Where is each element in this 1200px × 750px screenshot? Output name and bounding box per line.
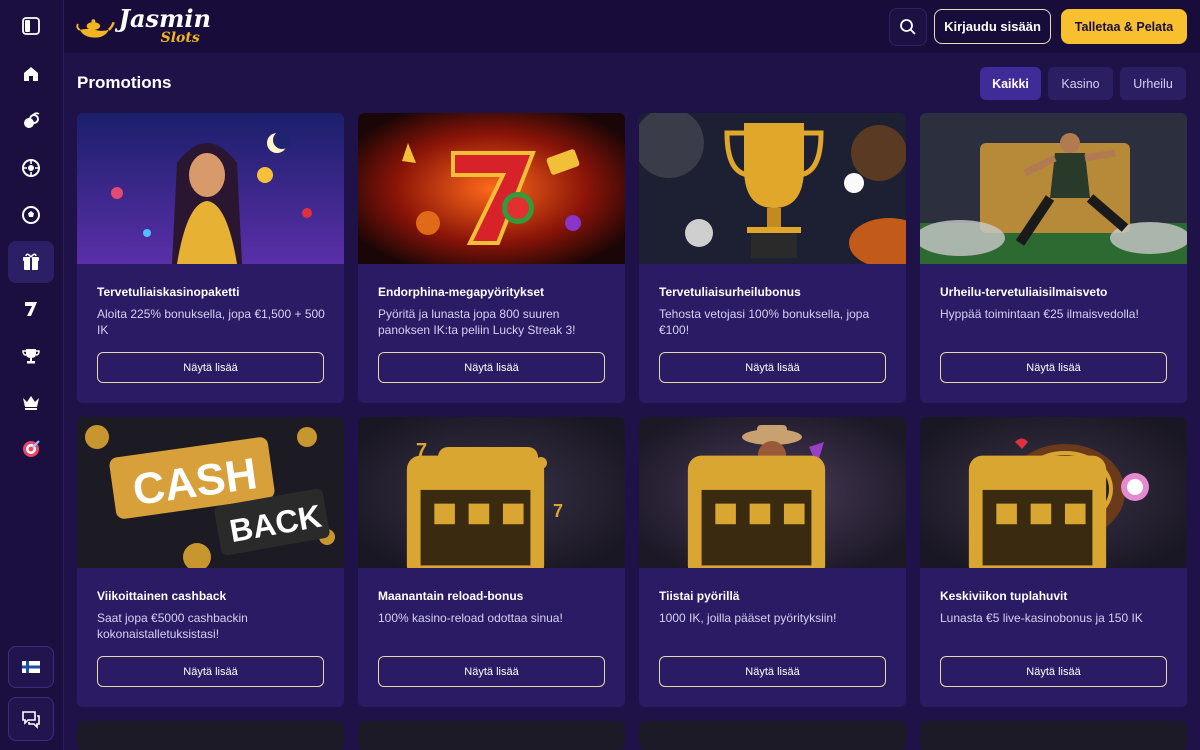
card-title: Tervetuliaisurheilubonus <box>659 285 801 299</box>
logo-main-text: Jasmin <box>118 3 211 33</box>
cowboy-image: 7 <box>639 417 906 568</box>
genie-girl-image <box>77 113 344 264</box>
card-description: Pyöritä ja lunasta jopa 800 suuren panok… <box>378 307 576 337</box>
football-player-image <box>920 113 1187 264</box>
show-more-button[interactable]: Näytä lisää <box>659 352 886 383</box>
card-title: Maanantain reload-bonus <box>378 589 524 603</box>
card-description: 100% kasino-reload odottaa sinua! <box>378 611 563 625</box>
calendar-icon <box>687 455 826 568</box>
target-icon[interactable] <box>8 427 54 469</box>
gift-icon[interactable] <box>8 241 54 283</box>
promo-card: Tervetuliaisurheilubonus Tehosta vetojas… <box>639 113 906 403</box>
promo-card-partial <box>639 721 906 750</box>
login-button[interactable]: Kirjaudu sisään <box>934 9 1051 44</box>
crown-icon[interactable] <box>8 381 54 423</box>
magic-lamp-icon <box>76 19 115 38</box>
top-header: Jasmin Slots Kirjaudu sisään Talletaa & … <box>64 0 1200 53</box>
promo-card-partial <box>77 721 344 750</box>
promo-card: Keskiviikon tuplahuvit Lunasta €5 live-k… <box>920 417 1187 707</box>
card-description: 1000 IK, joilla pääset pyörityksiin! <box>659 611 837 625</box>
show-more-button[interactable]: Näytä lisää <box>97 352 324 383</box>
show-more-button[interactable]: Näytä lisää <box>940 656 1167 687</box>
card-title: Tervetuliaiskasinopaketti <box>97 285 240 299</box>
card-description: Saat jopa €5000 cashbackin kokonaistalle… <box>97 611 248 641</box>
roulette-icon[interactable] <box>8 147 54 189</box>
panel-toggle-icon[interactable] <box>8 5 54 47</box>
search-icon <box>900 19 916 35</box>
promo-card: CASH BACK Viikoittainen cashback Saat jo… <box>77 417 344 707</box>
soccer-ball-icon[interactable] <box>8 194 54 236</box>
home-icon[interactable] <box>8 53 54 95</box>
card-title: Viikoittainen cashback <box>97 589 227 603</box>
cashback-image: CASH BACK <box>77 417 344 568</box>
seven-icon[interactable] <box>8 288 54 330</box>
promo-card-partial <box>358 721 625 750</box>
promo-card: 777 7 7 Maanantain reload-bonus 100% kas… <box>358 417 625 707</box>
sidebar <box>0 0 64 750</box>
card-title: Endorphina-megapyöritykset <box>378 285 545 299</box>
show-more-button[interactable]: Näytä lisää <box>378 352 605 383</box>
cherry-icon[interactable] <box>8 100 54 142</box>
promo-card: Tervetuliaiskasinopaketti Aloita 225% bo… <box>77 113 344 403</box>
card-description: Hyppää toimintaan €25 ilmaisvedolla! <box>940 307 1139 321</box>
slot-machine-image: 777 7 7 <box>358 417 625 568</box>
card-description: Lunasta €5 live-kasinobonus ja 150 IK <box>940 611 1143 625</box>
chat-icon[interactable] <box>8 697 54 741</box>
show-more-button[interactable]: Näytä lisää <box>659 656 886 687</box>
page-title: Promotions <box>77 73 172 92</box>
search-button[interactable] <box>889 8 927 46</box>
card-description: Tehosta vetojasi 100% bonuksella, jopa €… <box>659 307 870 337</box>
promo-card: Endorphina-megapyöritykset Pyöritä ja lu… <box>358 113 625 403</box>
show-more-button[interactable]: Näytä lisää <box>97 656 324 687</box>
card-title: Tiistai pyörillä <box>659 589 740 603</box>
card-title: Keskiviikon tuplahuvit <box>940 589 1068 603</box>
filter-sports[interactable]: Urheilu <box>1120 67 1186 100</box>
trophy-image <box>639 113 906 264</box>
calendar-icon <box>406 455 545 568</box>
filter-all[interactable]: Kaikki <box>980 67 1041 100</box>
deposit-and-play-button[interactable]: Talletaa & Pelata <box>1061 9 1187 44</box>
jasmin-slots-logo[interactable]: Jasmin Slots <box>76 6 211 46</box>
show-more-button[interactable]: Näytä lisää <box>940 352 1167 383</box>
card-title: Urheilu-tervetuliaisilmaisveto <box>940 285 1108 299</box>
lucky-seven-image <box>358 113 625 264</box>
trophy-icon[interactable] <box>8 335 54 377</box>
finland-flag-icon[interactable] <box>8 646 54 688</box>
promo-card: Urheilu-tervetuliaisilmaisveto Hyppää to… <box>920 113 1187 403</box>
promo-card: 7 Tiistai pyörillä 1000 IK, joilla pääse… <box>639 417 906 707</box>
roulette-wheel-image <box>920 417 1187 568</box>
filter-casino[interactable]: Kasino <box>1048 67 1113 100</box>
promo-card-partial <box>920 721 1187 750</box>
card-description: Aloita 225% bonuksella, jopa €1,500 + 50… <box>97 307 325 337</box>
calendar-icon <box>968 455 1107 568</box>
show-more-button[interactable]: Näytä lisää <box>378 656 605 687</box>
